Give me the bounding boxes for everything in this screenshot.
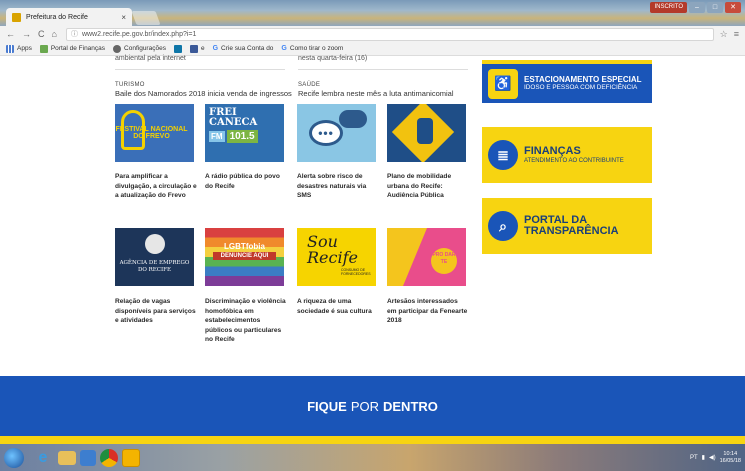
start-button[interactable] [4, 447, 24, 468]
url-text: www2.recife.pe.gov.br/index.php?i=1 [81, 30, 197, 38]
tab-close-button[interactable]: × [121, 13, 126, 22]
browser-tab[interactable]: Prefeitura do Recife × [6, 8, 132, 26]
fique-word-1: FIQUE [307, 398, 347, 414]
pedestrian-icon [417, 118, 433, 144]
card-image-sou-recife[interactable]: Sou Recife CONSUMO DE FORNECEDORES [297, 228, 376, 286]
bookmark-facebook[interactable]: e [189, 44, 205, 53]
app-icon[interactable] [122, 448, 140, 467]
frevo-umbrella-icon [121, 110, 145, 150]
back-icon[interactable]: ← [6, 29, 15, 39]
card-caption-artesaos[interactable]: Artesãos interessados em participar da F… [387, 297, 469, 326]
section-category-saude: SAÚDE [298, 82, 321, 88]
card-caption-radio[interactable]: A rádio pública do povo do Recife [205, 172, 287, 191]
browser-titlebar: Prefeitura do Recife × INSCRITO – □ ✕ [0, 0, 745, 26]
internet-explorer-icon[interactable]: e [32, 448, 54, 468]
address-bar-row: ← → C ⌂ ⓘ www2.recife.pe.gov.br/index.ph… [0, 26, 745, 42]
clock[interactable]: 10:14 16/05/18 [720, 451, 741, 465]
card-image-mobilidade[interactable] [387, 104, 466, 162]
card-caption-vagas[interactable]: Relação de vagas disponíveis para serviç… [115, 297, 197, 326]
bookmark-zoom[interactable]: G Como tirar o zoom [281, 45, 343, 52]
cutoff-headline-left[interactable]: ambiental pela internet [115, 55, 186, 62]
bookmark-apps[interactable]: Apps [6, 44, 32, 53]
reload-icon[interactable]: C [38, 29, 45, 39]
linkedin-icon [173, 44, 182, 53]
section-headline-turismo[interactable]: Baile dos Namorados 2018 inicia venda de… [115, 89, 292, 98]
google-icon: G [281, 45, 287, 52]
new-tab-button[interactable] [131, 11, 161, 25]
card-image-agencia[interactable]: AGÊNCIA DE EMPREGO DO RECIFE [115, 228, 194, 286]
fique-por-dentro-banner: FIQUE POR DENTRO [0, 376, 745, 444]
fique-word-3: DENTRO [383, 398, 438, 414]
card-image-frei-caneca[interactable]: FREI CANECA FM 101.5 [205, 104, 284, 162]
profile-button[interactable]: INSCRITO [650, 2, 687, 13]
bookmark-configuracoes[interactable]: Configurações [113, 44, 166, 53]
google-icon: G [212, 45, 219, 52]
card-image-fenearte[interactable]: PRO DAR TE [387, 228, 466, 286]
divider [115, 69, 285, 70]
language-indicator[interactable]: PT [690, 455, 698, 461]
network-icon[interactable]: ▮ [702, 454, 705, 461]
favicon-icon [12, 12, 21, 22]
apps-grid-icon [6, 44, 14, 53]
system-tray: PT ▮ ◀) 10:14 16/05/18 [690, 451, 741, 465]
coat-of-arms-icon [145, 234, 165, 254]
close-window-button[interactable]: ✕ [725, 2, 741, 13]
file-explorer-icon[interactable] [58, 450, 76, 465]
section-category-turismo: TURISMO [115, 82, 145, 88]
maximize-button[interactable]: □ [707, 2, 723, 13]
card-image-alerta[interactable]: ••• [297, 104, 376, 162]
window-controls: INSCRITO – □ ✕ [650, 2, 741, 13]
page-content: ambiental pela internet nesta quarta-fei… [0, 55, 745, 444]
card-caption-cultura[interactable]: A riqueza de uma sociedade é sua cultura [297, 297, 379, 316]
card-caption-frevo[interactable]: Para amplificar a divulgação, a circulaç… [115, 172, 197, 201]
card-caption-alerta[interactable]: Alerta sobre risco de desastres naturais… [297, 172, 379, 201]
browser-menu-icon[interactable]: ≡ [734, 29, 739, 39]
home-icon[interactable]: ⌂ [52, 29, 57, 39]
media-player-icon[interactable] [80, 449, 96, 466]
volume-icon[interactable]: ◀) [709, 454, 716, 461]
banner-transparencia[interactable]: ⌕ PORTAL DA TRANSPARÊNCIA [482, 198, 652, 254]
info-icon[interactable]: ⓘ [71, 29, 78, 39]
bookmarks-bar: Apps Portal de Finanças Configurações e … [0, 42, 745, 56]
windows-taskbar: e PT ▮ ◀) 10:14 16/05/18 [0, 444, 745, 471]
gear-icon [113, 44, 122, 53]
banner-financas[interactable]: ≣ FINANÇAS ATENDIMENTO AO CONTRIBUINTE [482, 127, 652, 183]
divider [298, 69, 468, 70]
card-image-frevo[interactable]: FESTIVAL NACIONAL DO FREVO [115, 104, 194, 162]
screen: Prefeitura do Recife × INSCRITO – □ ✕ ← … [0, 0, 745, 471]
cutoff-headline-mid[interactable]: nesta quarta-feira (16) [298, 55, 367, 62]
section-headline-saude[interactable]: Recife lembra neste mês a luta antimanic… [298, 89, 454, 98]
url-input[interactable]: ⓘ www2.recife.pe.gov.br/index.php?i=1 [65, 27, 714, 41]
sms-bubble-icon: ••• [309, 120, 343, 146]
bookmark-star-icon[interactable]: ☆ [720, 29, 728, 40]
prodarte-badge: PRO DAR TE [431, 248, 457, 274]
card-caption-lgbt[interactable]: Discriminação e violência homofóbica em … [205, 297, 287, 345]
coins-icon: ≣ [488, 140, 518, 170]
bookmark-favicon-icon [39, 44, 48, 53]
bookmark-linkedin[interactable] [173, 44, 182, 53]
rain-cloud-icon [339, 110, 367, 128]
facebook-icon [189, 44, 198, 53]
forward-icon[interactable]: → [22, 29, 31, 39]
wheelchair-icon: ♿ [488, 68, 518, 99]
bookmark-portal-financas[interactable]: Portal de Finanças [39, 44, 105, 53]
tab-title: Prefeitura do Recife [26, 13, 88, 21]
minimize-button[interactable]: – [689, 2, 705, 13]
banner-estacionamento[interactable]: ♿ ESTACIONAMENTO ESPECIAL IDOSO E PESSOA… [482, 60, 652, 103]
fique-word-2: POR [350, 398, 379, 414]
card-caption-mobilidade[interactable]: Plano de mobilidade urbana do Recife: Au… [387, 172, 469, 201]
bookmark-crie-conta[interactable]: G Crie sua Conta do [213, 45, 274, 52]
card-image-lgbt[interactable]: LGBTfobia DENUNCIE AQUI [205, 228, 284, 286]
chrome-icon[interactable] [100, 448, 118, 467]
search-icon: ⌕ [488, 211, 518, 241]
